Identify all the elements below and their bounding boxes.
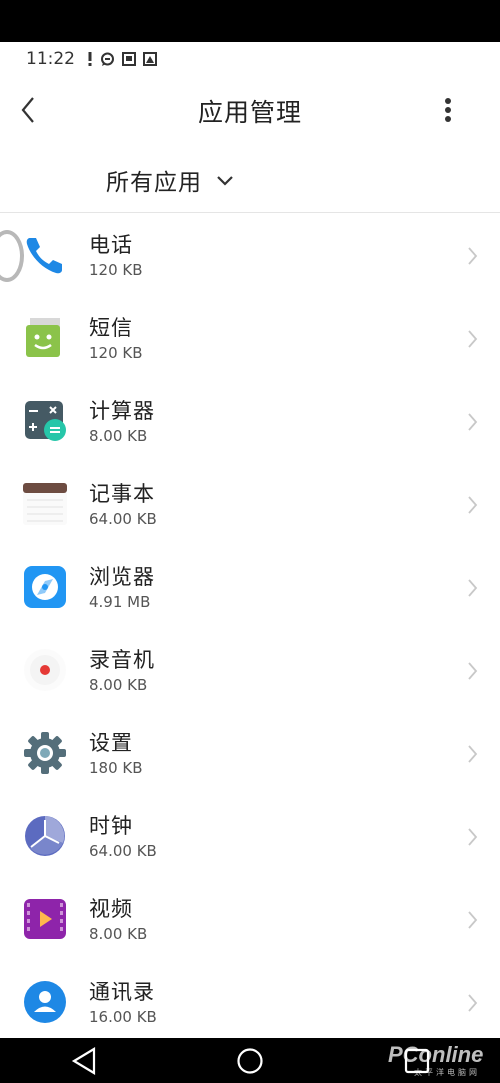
list-item-browser[interactable]: 浏览器 4.91 MB [0,548,500,631]
app-size: 8.00 KB [89,676,148,694]
app-name: 短信 [89,316,133,340]
app-name: 记事本 [89,482,155,506]
app-size: 8.00 KB [89,925,148,943]
list-item-recorder[interactable]: 录音机 8.00 KB [0,631,500,714]
app-filter-dropdown[interactable]: 所有应用 [106,162,234,198]
chevron-down-icon [217,176,233,186]
app-size: 64.00 KB [89,510,157,528]
chevron-right-icon [468,745,478,763]
list-item-clock[interactable]: 时钟 64.00 KB [0,797,500,880]
app-name: 时钟 [89,814,133,838]
list-item-phone[interactable]: 电话 120 KB [0,216,500,299]
chevron-right-icon [468,413,478,431]
list-item-notepad[interactable]: 记事本 64.00 KB [0,465,500,548]
app-name: 视频 [89,897,133,921]
settings-icon [20,728,70,778]
list-item-video[interactable]: 视频 8.00 KB [0,880,500,963]
status-icons [87,51,157,67]
nav-home-button[interactable] [236,1047,264,1079]
video-icon [20,894,70,944]
sms-icon [20,313,70,363]
list-item-settings[interactable]: 设置 180 KB [0,714,500,797]
header-divider [0,212,500,213]
system-nav-bar: PConline 太平洋电脑网 [0,1038,500,1083]
chevron-right-icon [468,496,478,514]
chevron-right-icon [468,579,478,597]
app-list: 电话 120 KB 短信 120 KB 计算器 8.00 KB 记事本 64.0… [0,216,500,1046]
chevron-right-icon [468,911,478,929]
app-size: 120 KB [89,344,143,362]
list-item-contacts[interactable]: 通讯录 16.00 KB [0,963,500,1046]
calculator-icon [20,396,70,446]
chevron-right-icon [468,662,478,680]
contacts-icon [20,977,70,1027]
clock-icon [20,811,70,861]
status-time: 11:22 [26,49,75,69]
app-size: 64.00 KB [89,842,157,860]
app-size: 180 KB [89,759,143,777]
recorder-icon [20,645,70,695]
app-size: 16.00 KB [89,1008,157,1026]
notepad-icon [20,479,70,529]
watermark-sub: 太平洋电脑网 [414,1068,480,1077]
app-name: 设置 [89,731,133,755]
chevron-right-icon [468,330,478,348]
chevron-right-icon [468,828,478,846]
nav-home-icon [237,1048,263,1074]
page-title: 应用管理 [197,98,302,127]
list-item-calculator[interactable]: 计算器 8.00 KB [0,382,500,465]
chat-icon [100,52,115,67]
app-name: 录音机 [89,648,155,672]
app-size: 120 KB [89,261,143,279]
image-icon [143,52,157,66]
alert-icon [87,51,93,67]
app-size: 4.91 MB [89,593,151,611]
browser-icon [20,562,70,612]
status-bar: 11:22 [0,42,500,76]
app-name: 电话 [89,233,133,257]
phone-icon [20,230,70,280]
app-name: 计算器 [89,399,155,423]
app-name: 通讯录 [89,980,155,1004]
watermark-brand: PConline [388,1042,484,1067]
chevron-right-icon [468,247,478,265]
more-vert-icon [445,98,451,122]
app-name: 浏览器 [89,565,155,589]
filter-label: 所有应用 [106,170,202,196]
chevron-right-icon [468,994,478,1012]
nav-back-icon [71,1047,96,1075]
top-black-bar [0,0,500,42]
app-size: 8.00 KB [89,427,148,445]
nav-back-button[interactable] [70,1047,98,1079]
list-item-sms[interactable]: 短信 120 KB [0,299,500,382]
app-header: 应用管理 [0,76,500,144]
notification-icon [122,52,136,66]
more-options-button[interactable] [436,92,460,128]
